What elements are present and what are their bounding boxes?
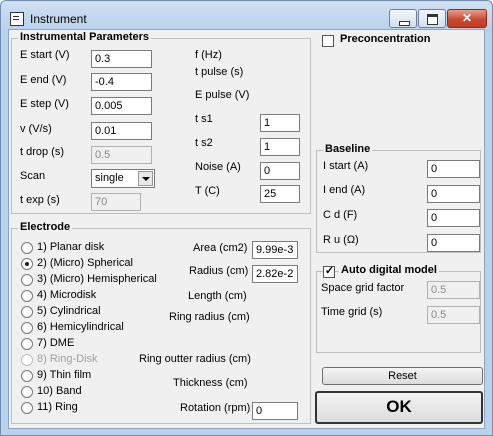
electrode-label-ring-disk: 8) Ring-Disk <box>37 353 98 365</box>
chevron-down-icon[interactable] <box>138 171 153 186</box>
ring-radius-label: Ring radius (cm) <box>169 311 250 323</box>
electrode-group: Electrode 1) Planar disk 2) (Micro) Sphe… <box>11 221 311 424</box>
t-s2-input[interactable]: 1 <box>260 138 300 156</box>
i-end-input[interactable]: 0 <box>427 185 480 203</box>
electrode-label-micro-hemispherical[interactable]: 3) (Micro) Hemispherical <box>37 273 157 285</box>
electrode-radio-band[interactable] <box>21 386 33 398</box>
minimize-button[interactable] <box>389 9 417 28</box>
electrode-legend: Electrode <box>18 221 73 233</box>
electrode-radio-micro-hemispherical[interactable] <box>21 274 33 286</box>
t-s1-input[interactable]: 1 <box>260 114 300 132</box>
electrode-radio-cylindrical[interactable] <box>21 306 33 318</box>
rotation-input[interactable]: 0 <box>252 402 298 420</box>
electrode-radio-micro-spherical[interactable] <box>21 258 33 270</box>
e-pulse-label: E pulse (V) <box>195 89 250 101</box>
electrode-label-band[interactable]: 10) Band <box>37 385 82 397</box>
uncompensated-resistance-input[interactable]: 0 <box>427 234 480 252</box>
close-button[interactable]: ✕ <box>447 9 487 28</box>
electrode-radio-planar-disk[interactable] <box>21 242 33 254</box>
radius-input[interactable]: 2.82e-2 <box>252 265 298 283</box>
close-icon: ✕ <box>461 11 473 25</box>
noise-input[interactable]: 0 <box>260 162 300 180</box>
scan-select-value: single <box>95 172 124 184</box>
temperature-label: T (C) <box>195 185 220 197</box>
t-drop-input: 0.5 <box>91 146 152 164</box>
electrode-radio-ring[interactable] <box>21 402 33 414</box>
electrode-radio-dme[interactable] <box>21 338 33 350</box>
app-icon <box>10 12 24 26</box>
electrode-radio-thin-film[interactable] <box>21 370 33 382</box>
scan-rate-input[interactable]: 0.01 <box>91 122 152 140</box>
minimize-icon <box>399 21 410 26</box>
e-start-label: E start (V) <box>20 49 70 61</box>
t-s2-label: t s2 <box>195 137 213 149</box>
preconcentration-label[interactable]: Preconcentration <box>340 33 430 45</box>
scan-select[interactable]: single <box>91 169 155 188</box>
scan-rate-label: v (V/s) <box>20 123 52 135</box>
maximize-button[interactable] <box>418 9 446 28</box>
electrode-label-dme[interactable]: 7) DME <box>37 337 74 349</box>
electrode-label-micro-spherical[interactable]: 2) (Micro) Spherical <box>37 257 133 269</box>
t-pulse-label: t pulse (s) <box>195 66 244 78</box>
i-end-label: I end (A) <box>323 184 366 196</box>
area-input[interactable]: 9.99e-3 <box>252 241 298 259</box>
preconcentration-checkbox[interactable] <box>322 35 334 47</box>
electrode-label-microdisk[interactable]: 4) Microdisk <box>37 289 96 301</box>
e-start-input[interactable]: 0.3 <box>91 50 152 68</box>
rotation-label: Rotation (rpm) <box>180 402 251 414</box>
time-grid-input: 0.5 <box>427 306 480 324</box>
electrode-radio-ring-disk <box>21 354 33 366</box>
electrode-label-ring[interactable]: 11) Ring <box>37 401 78 413</box>
e-end-input[interactable]: -0.4 <box>91 73 152 91</box>
e-end-label: E end (V) <box>20 74 67 86</box>
t-s1-label: t s1 <box>195 113 213 125</box>
baseline-group: Baseline I start (A) 0 I end (A) 0 C d (… <box>316 143 481 253</box>
area-label: Area (cm2) <box>193 242 248 254</box>
e-step-label: E step (V) <box>20 98 69 110</box>
instrument-window: Instrument ✕ Instrumental Parameters E s… <box>0 0 493 436</box>
thickness-label: Thickness (cm) <box>173 377 248 389</box>
electrode-radio-microdisk[interactable] <box>21 290 33 302</box>
electrode-label-thin-film[interactable]: 9) Thin film <box>37 369 91 381</box>
uncompensated-resistance-label: R u (Ω) <box>323 234 359 246</box>
i-start-input[interactable]: 0 <box>427 160 480 178</box>
length-label: Length (cm) <box>188 290 247 302</box>
double-layer-capacitance-label: C d (F) <box>323 209 358 221</box>
double-layer-capacitance-input[interactable]: 0 <box>427 209 480 227</box>
electrode-label-planar-disk[interactable]: 1) Planar disk <box>37 241 104 253</box>
ring-outter-radius-label: Ring outter radius (cm) <box>139 353 251 365</box>
instrumental-parameters-group: Instrumental Parameters E start (V) 0.3 … <box>11 31 311 214</box>
reset-button-label: Reset <box>388 370 417 382</box>
maximize-icon <box>427 14 438 25</box>
radius-label: Radius (cm) <box>189 265 249 277</box>
i-start-label: I start (A) <box>323 160 369 172</box>
dialog-client-area: Instrumental Parameters E start (V) 0.3 … <box>8 29 485 429</box>
electrode-radio-hemicylindrical[interactable] <box>21 322 33 334</box>
window-title: Instrument <box>30 12 87 26</box>
reset-button[interactable]: Reset <box>322 367 483 385</box>
temperature-input[interactable]: 25 <box>260 185 300 203</box>
space-grid-factor-input: 0.5 <box>427 281 480 299</box>
t-exp-label: t exp (s) <box>20 194 60 206</box>
e-step-input[interactable]: 0.005 <box>91 97 152 115</box>
ok-button-label: OK <box>386 397 412 416</box>
auto-digital-model-checkbox[interactable]: ✓ <box>323 265 335 278</box>
time-grid-label: Time grid (s) <box>321 306 383 318</box>
frequency-label: f (Hz) <box>195 49 222 61</box>
instrumental-parameters-legend: Instrumental Parameters <box>18 31 151 43</box>
space-grid-factor-label: Space grid factor <box>321 282 405 294</box>
t-exp-input: 70 <box>91 193 141 211</box>
noise-label: Noise (A) <box>195 161 241 173</box>
auto-digital-model-group: ✓ Auto digital model Space grid factor 0… <box>316 264 481 353</box>
ok-button[interactable]: OK <box>315 391 483 424</box>
auto-digital-model-legend[interactable]: Auto digital model <box>339 264 439 276</box>
baseline-legend: Baseline <box>323 143 373 155</box>
electrode-label-cylindrical[interactable]: 5) Cylindrical <box>37 305 101 317</box>
t-drop-label: t drop (s) <box>20 146 65 158</box>
scan-label: Scan <box>20 170 46 182</box>
checkmark-icon: ✓ <box>324 265 335 277</box>
electrode-label-hemicylindrical[interactable]: 6) Hemicylindrical <box>37 321 124 333</box>
